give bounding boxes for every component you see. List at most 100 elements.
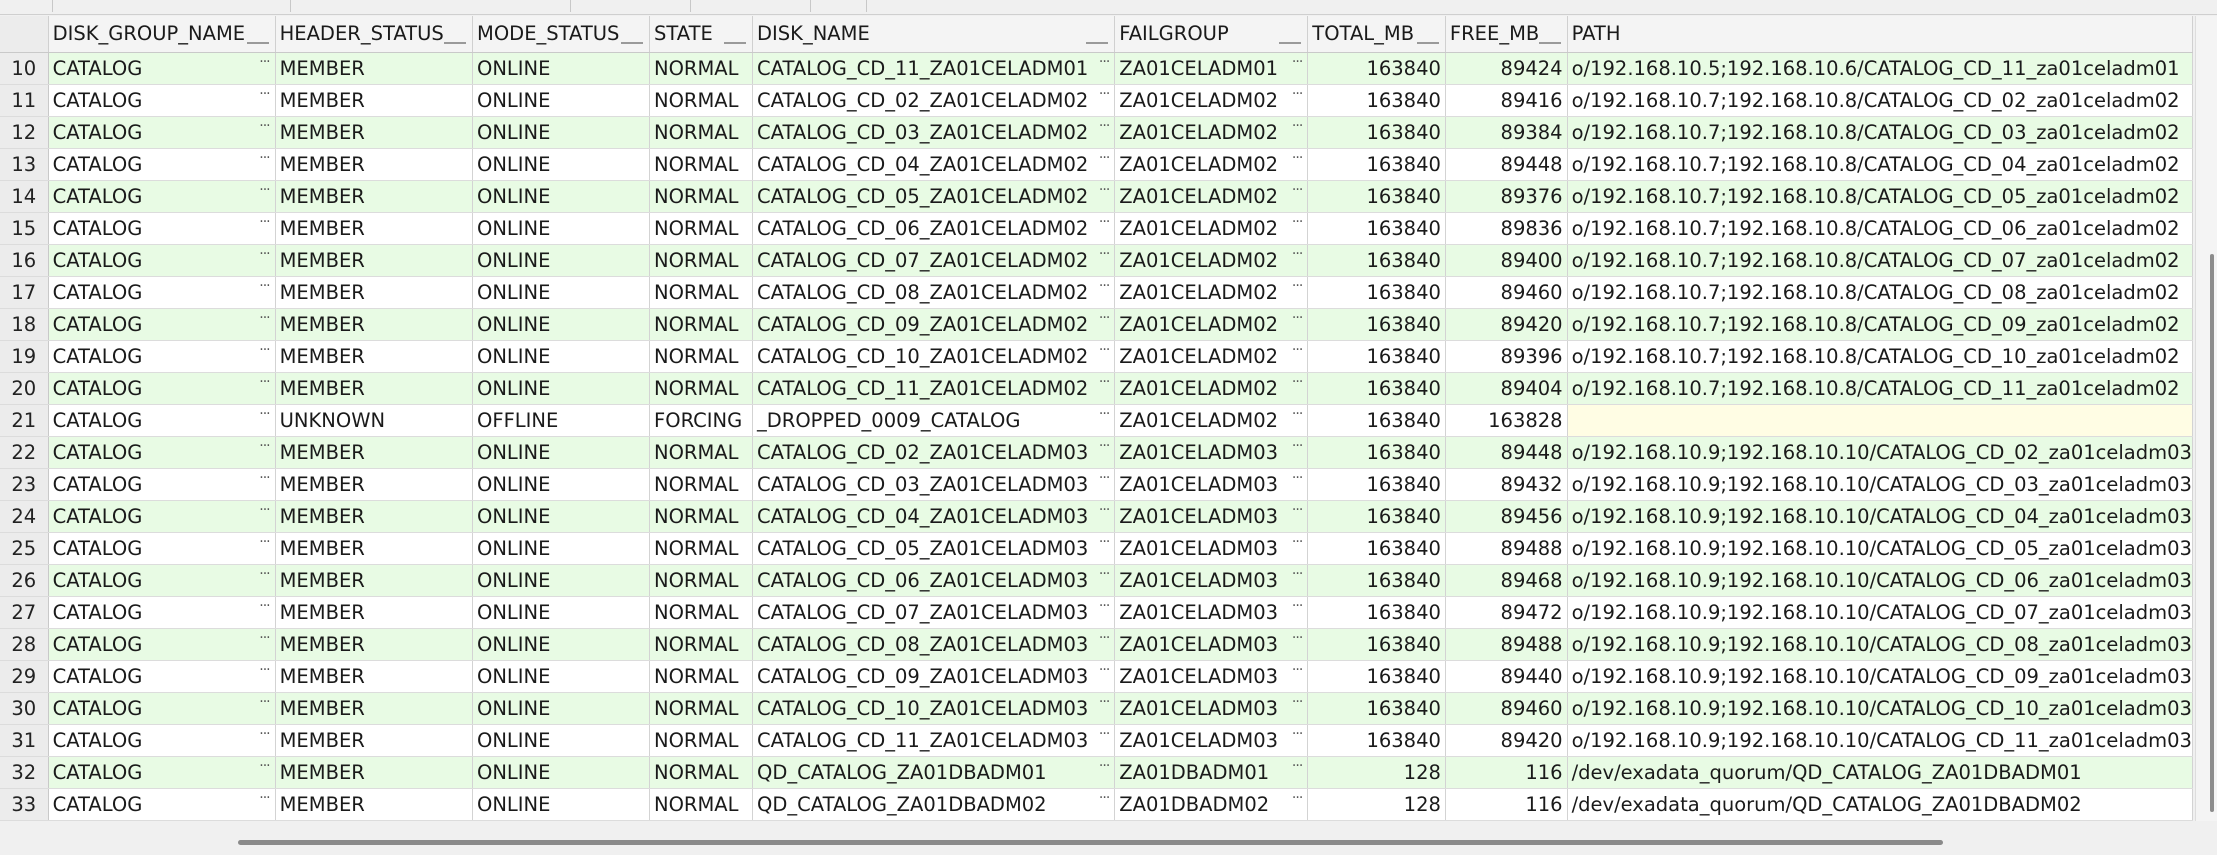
table-row[interactable]: 25 CATALOG ··· MEMBER ONLINE NORMAL CATALOG_CD… (0, 532, 2193, 565)
row-number[interactable]: 30 (0, 692, 49, 725)
cell-state[interactable]: NORMAL (649, 372, 754, 405)
cell-failgroup[interactable]: ZA01CELADM02 ··· (1114, 180, 1309, 213)
cell-total-mb[interactable]: 128 (1307, 756, 1446, 789)
ellipsis-icon[interactable]: ··· (1292, 695, 1303, 709)
ellipsis-icon[interactable]: ··· (1292, 407, 1303, 421)
cell-mode-status[interactable]: ONLINE (472, 180, 650, 213)
cell-total-mb[interactable]: 163840 (1307, 596, 1446, 629)
table-row[interactable]: 20 CATALOG ··· MEMBER ONLINE NORMAL CATALOG_CD… (0, 372, 2193, 405)
cell-mode-status[interactable]: ONLINE (472, 692, 650, 725)
cell-state[interactable]: NORMAL (649, 212, 754, 245)
cell-header-status[interactable]: MEMBER (275, 724, 474, 757)
cell-failgroup[interactable]: ZA01CELADM02 ··· (1114, 276, 1309, 309)
ellipsis-icon[interactable]: ··· (1292, 759, 1303, 773)
cell-path[interactable]: o/192.168.10.7;192.168.10.8/CATALOG_CD_1… (1567, 340, 2193, 373)
ellipsis-icon[interactable]: ··· (1292, 183, 1303, 197)
ellipsis-icon[interactable]: ··· (1099, 599, 1110, 613)
table-row[interactable]: 22 CATALOG ··· MEMBER ONLINE NORMAL CATALOG_CD… (0, 436, 2193, 469)
cell-free-mb[interactable]: 89424 (1445, 52, 1568, 85)
horizontal-scrollbar-thumb[interactable] (238, 840, 1943, 845)
cell-disk-group-name[interactable]: CATALOG ··· (48, 788, 276, 821)
cell-total-mb[interactable]: 163840 (1307, 116, 1446, 149)
cell-total-mb[interactable]: 163840 (1307, 468, 1446, 501)
cell-state[interactable]: NORMAL (649, 756, 754, 789)
row-number[interactable]: 24 (0, 500, 49, 533)
cell-free-mb[interactable]: 89488 (1445, 628, 1568, 661)
cell-failgroup[interactable]: ZA01CELADM03 ··· (1114, 660, 1309, 693)
ellipsis-icon[interactable]: ··· (1292, 375, 1303, 389)
cell-mode-status[interactable]: ONLINE (472, 52, 650, 85)
column-header-free-mb[interactable]: FREE_MB (1445, 16, 1568, 53)
ellipsis-icon[interactable]: ··· (1292, 471, 1303, 485)
cell-state[interactable]: NORMAL (649, 180, 754, 213)
results-grid[interactable]: DISK_GROUP_NAME HEADER_STATUS MODE_STATU… (0, 16, 2193, 821)
row-number[interactable]: 18 (0, 308, 49, 341)
cell-disk-name[interactable]: CATALOG_CD_08_ZA01CELADM02 ··· (752, 276, 1116, 309)
cell-disk-group-name[interactable]: CATALOG ··· (48, 596, 276, 629)
row-number[interactable]: 26 (0, 564, 49, 597)
cell-total-mb[interactable]: 163840 (1307, 564, 1446, 597)
table-row[interactable]: 15 CATALOG ··· MEMBER ONLINE NORMAL CATALOG_CD… (0, 212, 2193, 245)
table-row[interactable]: 27 CATALOG ··· MEMBER ONLINE NORMAL CATALOG_CD… (0, 596, 2193, 629)
table-row[interactable]: 17 CATALOG ··· MEMBER ONLINE NORMAL CATALOG_CD… (0, 276, 2193, 309)
row-number[interactable]: 23 (0, 468, 49, 501)
row-number[interactable]: 33 (0, 788, 49, 821)
ellipsis-icon[interactable]: ··· (1292, 119, 1303, 133)
cell-total-mb[interactable]: 163840 (1307, 212, 1446, 245)
ellipsis-icon[interactable]: ··· (259, 279, 270, 293)
cell-failgroup[interactable]: ZA01DBADM02 ··· (1114, 788, 1309, 821)
horizontal-scrollbar[interactable] (0, 822, 2217, 855)
row-number[interactable]: 20 (0, 372, 49, 405)
cell-free-mb[interactable]: 89376 (1445, 180, 1568, 213)
cell-mode-status[interactable]: ONLINE (472, 532, 650, 565)
ellipsis-icon[interactable]: ··· (1292, 535, 1303, 549)
table-row[interactable]: 31 CATALOG ··· MEMBER ONLINE NORMAL CATALOG_CD… (0, 724, 2193, 757)
cell-header-status[interactable]: MEMBER (275, 532, 474, 565)
ellipsis-icon[interactable]: ··· (259, 599, 270, 613)
ellipsis-icon[interactable]: ··· (259, 119, 270, 133)
cell-disk-name[interactable]: CATALOG_CD_08_ZA01CELADM03 ··· (752, 628, 1116, 661)
cell-total-mb[interactable]: 163840 (1307, 340, 1446, 373)
cell-disk-group-name[interactable]: CATALOG ··· (48, 148, 276, 181)
cell-mode-status[interactable]: ONLINE (472, 596, 650, 629)
cell-disk-group-name[interactable]: CATALOG ··· (48, 244, 276, 277)
ellipsis-icon[interactable]: ··· (1099, 247, 1110, 261)
cell-path[interactable]: o/192.168.10.9;192.168.10.10/CATALOG_CD_… (1567, 596, 2193, 629)
cell-mode-status[interactable]: ONLINE (472, 148, 650, 181)
table-row[interactable]: 24 CATALOG ··· MEMBER ONLINE NORMAL CATALOG_CD… (0, 500, 2193, 533)
cell-header-status[interactable]: MEMBER (275, 244, 474, 277)
ellipsis-icon[interactable]: ··· (1292, 311, 1303, 325)
table-row[interactable]: 11 CATALOG ··· MEMBER ONLINE NORMAL CATALOG_CD… (0, 84, 2193, 117)
cell-free-mb[interactable]: 89448 (1445, 148, 1568, 181)
cell-header-status[interactable]: MEMBER (275, 660, 474, 693)
row-number[interactable]: 14 (0, 180, 49, 213)
ellipsis-icon[interactable]: ··· (1099, 535, 1110, 549)
row-number[interactable]: 28 (0, 628, 49, 661)
vertical-scrollbar-thumb[interactable] (2210, 254, 2214, 812)
cell-header-status[interactable]: MEMBER (275, 788, 474, 821)
ellipsis-icon[interactable]: ··· (259, 183, 270, 197)
ellipsis-icon[interactable]: ··· (1099, 151, 1110, 165)
cell-mode-status[interactable]: ONLINE (472, 308, 650, 341)
cell-header-status[interactable]: MEMBER (275, 756, 474, 789)
ellipsis-icon[interactable]: ··· (1099, 791, 1110, 805)
cell-disk-group-name[interactable]: CATALOG ··· (48, 180, 276, 213)
cell-failgroup[interactable]: ZA01CELADM02 ··· (1114, 148, 1309, 181)
cell-free-mb[interactable]: 89460 (1445, 276, 1568, 309)
cell-state[interactable]: NORMAL (649, 84, 754, 117)
cell-free-mb[interactable]: 89448 (1445, 436, 1568, 469)
cell-mode-status[interactable]: ONLINE (472, 468, 650, 501)
cell-state[interactable]: NORMAL (649, 564, 754, 597)
cell-free-mb[interactable]: 116 (1445, 756, 1568, 789)
ellipsis-icon[interactable]: ··· (259, 471, 270, 485)
ellipsis-icon[interactable]: ··· (1099, 87, 1110, 101)
column-header-disk-group-name[interactable]: DISK_GROUP_NAME (48, 16, 276, 53)
ellipsis-icon[interactable]: ··· (1292, 151, 1303, 165)
cell-disk-name[interactable]: CATALOG_CD_02_ZA01CELADM03 ··· (752, 436, 1116, 469)
cell-free-mb[interactable]: 116 (1445, 788, 1568, 821)
cell-failgroup[interactable]: ZA01DBADM01 ··· (1114, 756, 1309, 789)
cell-path[interactable]: o/192.168.10.7;192.168.10.8/CATALOG_CD_0… (1567, 244, 2193, 277)
cell-total-mb[interactable]: 128 (1307, 788, 1446, 821)
ellipsis-icon[interactable]: ··· (1099, 215, 1110, 229)
cell-header-status[interactable]: MEMBER (275, 180, 474, 213)
